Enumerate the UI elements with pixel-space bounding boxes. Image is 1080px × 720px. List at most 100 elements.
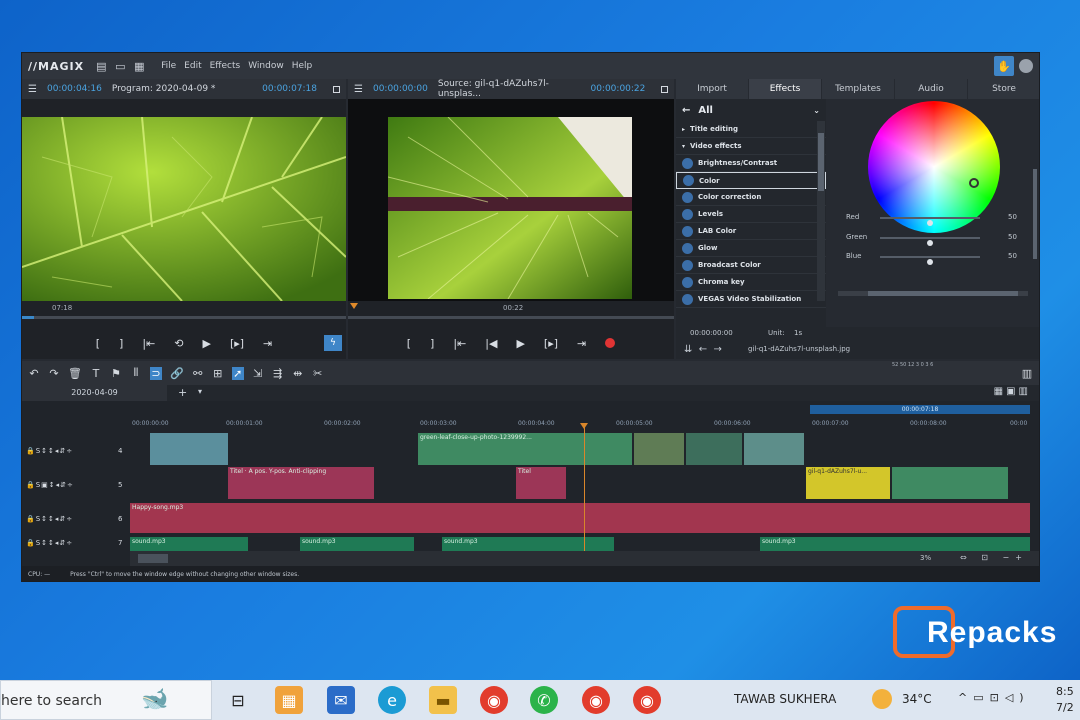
delete-icon[interactable]: 🗑	[68, 367, 82, 380]
taskbar-search[interactable]: here to search 🐋	[0, 680, 212, 720]
source-playhead-icon[interactable]	[350, 303, 358, 309]
menu-window[interactable]: Window	[248, 61, 284, 71]
mark-in-button[interactable]: [	[96, 337, 100, 350]
mixer-icon[interactable]: ▥	[1021, 367, 1033, 380]
split-icon[interactable]: ⫴	[130, 366, 142, 380]
play-range-button[interactable]: [▸]	[230, 337, 244, 350]
next-marker-button[interactable]: ⇥	[577, 337, 586, 350]
color-scrollbar[interactable]	[1033, 169, 1037, 259]
task-view-icon[interactable]: ⊟	[224, 686, 252, 714]
track-controls-icon[interactable]: 🔒S▣↕◂⇵÷	[26, 481, 74, 489]
play-button[interactable]: ▶	[202, 337, 210, 350]
file-explorer-icon[interactable]: ▬	[429, 686, 457, 714]
red-slider[interactable]	[880, 217, 980, 226]
pointer-icon[interactable]: ➚	[231, 366, 244, 380]
effect-glow[interactable]: Glow	[676, 240, 826, 257]
timeline-clip[interactable]: gil-q1-dAZuhs7l-u...	[806, 467, 890, 499]
effects-scrollbar[interactable]	[817, 121, 825, 301]
monitor-menu-icon[interactable]: ☰	[28, 84, 37, 95]
chrome-icon[interactable]: ◉	[582, 686, 610, 714]
playhead[interactable]	[584, 426, 585, 566]
maximize-icon[interactable]	[661, 85, 668, 93]
tab-timeline-date[interactable]: 2020-04-09	[22, 385, 167, 401]
source-scrubber[interactable]	[348, 316, 674, 319]
monitor-menu-icon[interactable]: ☰	[354, 84, 363, 95]
link-icon[interactable]: 🔗	[170, 367, 184, 380]
mark-in-button[interactable]: [	[407, 337, 411, 350]
select-range-icon[interactable]: ⇲	[252, 367, 264, 380]
previous-marker-button[interactable]: |⇤	[142, 337, 155, 350]
open-folder-icon[interactable]: ▭	[115, 60, 127, 73]
new-file-icon[interactable]: ▤	[96, 60, 108, 73]
loop-button[interactable]: ⟲	[174, 337, 183, 350]
previous-marker-button[interactable]: |⇤	[453, 337, 466, 350]
green-slider[interactable]	[880, 237, 980, 246]
chrome-icon[interactable]: ◉	[633, 686, 661, 714]
lightning-icon[interactable]: ϟ	[324, 335, 342, 351]
effects-filter[interactable]: ← All ⌄	[676, 99, 826, 121]
undo-icon[interactable]: ↶	[28, 367, 40, 380]
timeline-clip[interactable]: green-leaf-close-up-photo-1239992...	[418, 433, 632, 465]
timeline-clip[interactable]: Titel	[516, 467, 566, 499]
timeline-clip[interactable]: Titel · A pos. Y-pos. Anti-clipping	[228, 467, 374, 499]
timeline-clip[interactable]: sound.mp3	[130, 537, 248, 551]
timeline-clip[interactable]: sound.mp3	[760, 537, 1030, 551]
next-marker-button[interactable]: ⇥	[263, 337, 272, 350]
mail-icon[interactable]: ✉	[327, 686, 355, 714]
track-controls-icon[interactable]: 🔒S↕↕◂⇵÷	[26, 515, 73, 523]
timeline-clip[interactable]	[686, 433, 742, 465]
effect-color-correction[interactable]: Color correction	[676, 189, 826, 206]
store-icon[interactable]: ▦	[275, 686, 303, 714]
menu-help[interactable]: Help	[292, 61, 313, 71]
system-tray-icons[interactable]: ^▭⊡◁)	[958, 691, 1030, 704]
effect-color[interactable]: Color	[676, 172, 826, 189]
unlink-icon[interactable]: ⚯	[192, 367, 204, 380]
effect-lab-color[interactable]: LAB Color	[676, 223, 826, 240]
hand-icon[interactable]: ✋	[994, 56, 1014, 76]
timeline-scrollbar[interactable]: 3% ⇔ ⊡ −+	[130, 551, 1039, 566]
marker-icon[interactable]: ⚑	[110, 367, 122, 380]
track-lane-7[interactable]: sound.mp3 sound.mp3 sound.mp3 sound.mp3	[130, 537, 1039, 551]
timeline-clip[interactable]	[744, 433, 804, 465]
mark-out-button[interactable]: ]	[119, 337, 123, 350]
track-lane-5[interactable]: Titel · A pos. Y-pos. Anti-clipping Tite…	[130, 467, 1039, 499]
select-track-icon[interactable]: ⇶	[272, 367, 284, 380]
tab-store[interactable]: Store	[968, 79, 1039, 99]
taskbar-user[interactable]: TAWAB SUKHERA	[734, 692, 836, 706]
timeline-clip[interactable]: sound.mp3	[442, 537, 614, 551]
effect-brightness-contrast[interactable]: Brightness/Contrast	[676, 155, 826, 172]
tab-effects[interactable]: Effects	[749, 79, 822, 99]
program-scrubber[interactable]	[22, 316, 346, 319]
effect-broadcast-color[interactable]: Broadcast Color	[676, 257, 826, 274]
effect-levels[interactable]: Levels	[676, 206, 826, 223]
ripple-icon[interactable]: ⊃	[149, 366, 162, 380]
timeline-clip[interactable]: Happy-song.mp3	[130, 503, 1030, 533]
horizontal-scrollbar[interactable]	[838, 291, 1028, 296]
mark-out-button[interactable]: ]	[430, 337, 434, 350]
scissors-icon[interactable]: ✂	[312, 367, 324, 380]
track-controls-icon[interactable]: 🔒S↕↕◂⇵÷	[26, 447, 73, 455]
menu-file[interactable]: File	[161, 61, 176, 71]
weather-icon[interactable]	[872, 689, 892, 709]
tab-audio[interactable]: Audio	[895, 79, 968, 99]
zoom-controls-icon[interactable]: ⇔ ⊡ −+	[960, 553, 1028, 562]
track-controls-icon[interactable]: 🔒S↕↕◂⇵÷	[26, 539, 73, 547]
taskbar-clock[interactable]: 8:5 7/2	[1056, 684, 1074, 716]
color-picker-handle[interactable]	[969, 178, 979, 188]
chevron-down-icon[interactable]: ▾	[198, 387, 202, 396]
play-range-button[interactable]: [▸]	[544, 337, 558, 350]
account-icon[interactable]	[1019, 59, 1033, 73]
menu-edit[interactable]: Edit	[184, 61, 201, 71]
maximize-icon[interactable]	[333, 85, 340, 93]
effect-chroma-key[interactable]: Chroma key	[676, 274, 826, 291]
view-mode-icons[interactable]: ▦▣▥	[994, 386, 1031, 397]
track-lane-4[interactable]: green-leaf-close-up-photo-1239992...	[130, 433, 1039, 465]
tab-templates[interactable]: Templates	[822, 79, 895, 99]
back-arrow-icon[interactable]: ←	[682, 105, 690, 116]
trim-icon[interactable]: ⇹	[292, 367, 304, 380]
redo-icon[interactable]: ↷	[48, 367, 60, 380]
track-lane-6[interactable]: Happy-song.mp3	[130, 503, 1039, 533]
category-title-editing[interactable]: ▸ Title editing	[676, 121, 826, 138]
unit-value[interactable]: 1s	[794, 329, 802, 337]
zoom-level[interactable]: 3%	[920, 554, 931, 562]
